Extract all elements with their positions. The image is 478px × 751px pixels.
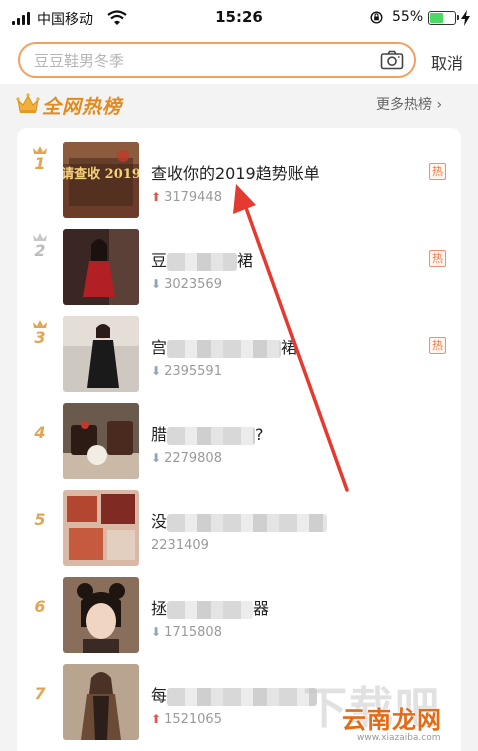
item-count: ⬇ 1715808 xyxy=(151,625,222,640)
item-thumbnail xyxy=(63,577,139,653)
search-input[interactable] xyxy=(34,50,364,72)
hot-badge: 热 xyxy=(429,163,446,180)
item-count: ⬇ 2395591 xyxy=(151,364,222,379)
item-thumbnail xyxy=(63,490,139,566)
blurred-text xyxy=(167,687,318,706)
cancel-button[interactable]: 取消 xyxy=(431,50,463,74)
trend-up-icon: ⬆ xyxy=(151,712,162,726)
list-item[interactable]: 3 宫裙 ⬇ 2395591 热 xyxy=(17,302,461,392)
trend-down-icon: ⬇ xyxy=(151,277,162,291)
rank-crown-icon xyxy=(33,146,47,154)
item-count: 2231409 xyxy=(151,538,209,553)
blurred-text xyxy=(167,339,282,358)
item-thumbnail: 请查收 2019 xyxy=(63,142,139,218)
list-item[interactable]: 6 拯器 ⬇ 1715808 xyxy=(17,563,461,653)
item-thumbnail xyxy=(63,316,139,392)
rank-number: 4 xyxy=(34,423,46,442)
item-count: ⬆ 3179448 xyxy=(151,190,222,205)
rank-crown-icon xyxy=(33,320,47,328)
search-bar: 取消 xyxy=(0,36,478,84)
list-item[interactable]: 4 腊? ⬇ 2279808 xyxy=(17,389,461,479)
item-title[interactable]: 腊? xyxy=(151,421,264,445)
trend-down-icon: ⬇ xyxy=(151,364,162,378)
hot-badge: 热 xyxy=(429,337,446,354)
rank-number: 3 xyxy=(34,328,46,347)
list-item[interactable]: 1 请查收 2019 查收你的2019趋势账单 ⬆ 3179448 热 xyxy=(17,128,461,218)
list-item[interactable]: 5 没 2231409 xyxy=(17,476,461,566)
item-title[interactable]: 每 xyxy=(151,682,318,706)
rank-number: 7 xyxy=(34,684,46,703)
thumbnail-text: 请查收 2019 xyxy=(63,166,139,182)
item-title[interactable]: 拯器 xyxy=(151,595,269,619)
rank-crown-icon xyxy=(33,233,47,241)
blurred-text xyxy=(167,513,328,532)
item-count: ⬇ 2279808 xyxy=(151,451,222,466)
rank-number: 2 xyxy=(34,241,46,260)
hot-list-card: 1 请查收 2019 查收你的2019趋势账单 ⬆ 3179448 热 2 豆 … xyxy=(17,128,461,751)
charging-icon xyxy=(461,10,470,26)
item-count: ⬇ 3023569 xyxy=(151,277,222,292)
camera-icon[interactable] xyxy=(380,50,404,70)
item-title[interactable]: 没 xyxy=(151,508,328,532)
watermark-brand: 云南龙网 xyxy=(342,706,442,734)
blurred-text xyxy=(167,600,254,619)
crown-icon xyxy=(16,93,40,113)
rank-number: 5 xyxy=(34,510,46,529)
hot-badge: 热 xyxy=(429,250,446,267)
trend-down-icon: ⬇ xyxy=(151,625,162,639)
more-hot-lists-link[interactable]: 更多热榜 › xyxy=(376,94,442,114)
battery-icon xyxy=(428,11,459,25)
item-thumbnail xyxy=(63,664,139,740)
section-header: 全网热榜 更多热榜 › xyxy=(0,84,478,128)
item-thumbnail xyxy=(63,403,139,479)
status-bar: 中国移动 15:26 55% xyxy=(0,0,478,36)
item-title[interactable]: 豆裙 xyxy=(151,247,253,271)
search-box[interactable] xyxy=(18,42,416,78)
item-title[interactable]: 查收你的2019趋势账单 xyxy=(151,160,320,184)
trend-down-icon: ⬇ xyxy=(151,451,162,465)
list-item[interactable]: 2 豆裙 ⬇ 3023569 热 xyxy=(17,215,461,305)
item-title[interactable]: 宫裙 xyxy=(151,334,297,358)
rank-number: 1 xyxy=(34,154,46,173)
battery-percent: 55% xyxy=(392,9,424,25)
watermark-url: www.xiazaiba.com xyxy=(357,733,441,743)
rank-number: 6 xyxy=(34,597,46,616)
section-title: 全网热榜 xyxy=(42,96,123,118)
trend-up-icon: ⬆ xyxy=(151,190,162,204)
orientation-lock-icon xyxy=(370,11,383,24)
item-thumbnail xyxy=(63,229,139,305)
blurred-text xyxy=(167,252,238,271)
item-count: ⬆ 1521065 xyxy=(151,712,222,727)
blurred-text xyxy=(167,426,256,445)
